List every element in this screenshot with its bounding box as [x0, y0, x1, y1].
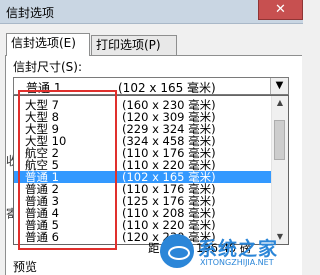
tab-print-options[interactable]: 打印选项(P) — [91, 35, 177, 55]
preview-label: 预览 — [13, 260, 38, 274]
close-icon: ✕ — [275, 2, 286, 17]
scrollbar-thumb[interactable] — [274, 120, 285, 160]
tab-label: 信封选项(E) — [11, 36, 76, 50]
selected-size-dimensions: (102 x 165 毫米) — [118, 81, 216, 95]
list-scrollbar[interactable]: ▲ ▼ — [271, 96, 288, 244]
watermark: 系统之家 XITONGZHIJIA.NET — [160, 228, 301, 270]
close-button[interactable]: ✕ — [258, 0, 303, 20]
watermark-logo-icon — [160, 234, 194, 268]
watermark-title: 系统之家 — [198, 238, 279, 260]
tab-envelope-options[interactable]: 信封选项(E) — [6, 33, 90, 56]
chevron-down-icon[interactable]: ▼ — [270, 78, 288, 94]
window-title: 信封选项 — [6, 6, 55, 20]
scroll-up-icon[interactable]: ▲ — [272, 96, 288, 110]
envelope-size-label: 信封尺寸(S): — [13, 60, 83, 74]
annotation-highlight-box — [18, 90, 117, 250]
watermark-url: XITONGZHIJIA.NET — [200, 258, 274, 267]
title-bar: 信封选项 ✕ — [0, 0, 303, 24]
tab-label: 打印选项(P) — [96, 38, 161, 52]
